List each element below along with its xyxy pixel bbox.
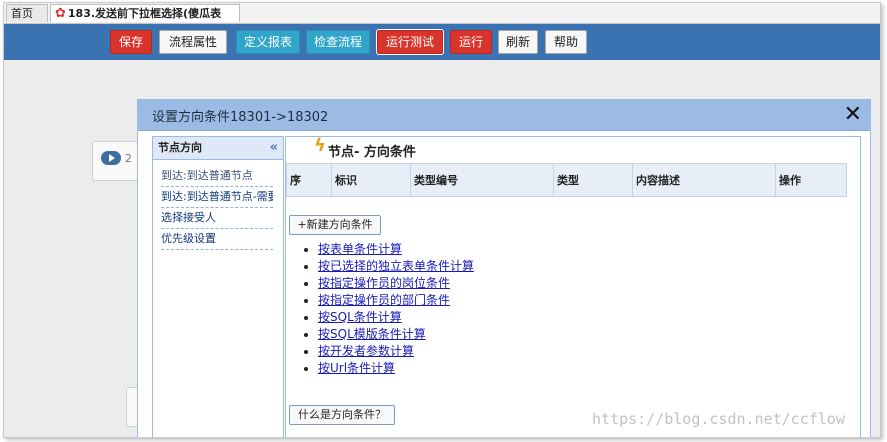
column-header-id[interactable]: 标识 — [331, 163, 411, 197]
column-header-description[interactable]: 内容描述 — [632, 163, 776, 197]
save-button[interactable]: 保存 — [110, 30, 152, 54]
list-item: 按SQL条件计算 — [318, 309, 474, 326]
list-item: 按指定操作员的岗位条件 — [318, 275, 474, 292]
run-button[interactable]: 运行 — [450, 30, 492, 54]
app-window: 首页× ✿183.发送前下拉框选择(傻瓜表单)× 保存 流程属性 定义报表 检查… — [3, 2, 881, 438]
condition-link-url[interactable]: 按Url条件计算 — [318, 361, 395, 375]
node-direction-title: 节点方向 — [158, 141, 202, 154]
node-direction-header: 节点方向 « — [153, 137, 283, 160]
list-item: 按SQL模版条件计算 — [318, 326, 474, 343]
check-flow-button[interactable]: 检查流程 — [306, 30, 370, 54]
help-button[interactable]: 帮助 — [545, 30, 587, 54]
dialog-header: 设置方向条件18301->18302 ✕ — [138, 100, 870, 131]
dialog-title: 设置方向条件18301->18302 — [152, 110, 329, 125]
close-icon[interactable]: ✕ — [844, 102, 862, 128]
what-is-condition-button[interactable]: 什么是方向条件？ — [289, 405, 395, 425]
tab-strip: 首页× ✿183.发送前下拉框选择(傻瓜表单)× — [4, 3, 880, 38]
column-header-action[interactable]: 操作 — [775, 163, 847, 197]
list-item: 按指定操作员的部门条件 — [318, 292, 474, 309]
condition-link-independent-form[interactable]: 按已选择的独立表单条件计算 — [318, 259, 474, 273]
tab-home[interactable]: 首页× — [6, 4, 48, 38]
gear-icon: ✿ — [55, 6, 66, 21]
tab-home-label: 首页 — [11, 7, 33, 20]
define-report-button[interactable]: 定义报表 — [236, 30, 300, 54]
list-item: 按已选择的独立表单条件计算 — [318, 258, 474, 275]
direction-item-normal-node-required[interactable]: 到达:到达普通节点-需要 — [161, 187, 273, 208]
direction-condition-dialog: 设置方向条件18301->18302 ✕ 节点方向 « 到达:到达普通节点 到达… — [137, 99, 871, 437]
condition-type-list: 按表单条件计算 按已选择的独立表单条件计算 按指定操作员的岗位条件 按指定操作员… — [298, 241, 474, 377]
conditions-table: 序 标识 类型编号 类型 内容描述 操作 — [286, 163, 847, 197]
list-item: 按Url条件计算 — [318, 360, 474, 377]
toolbar: 保存 流程属性 定义报表 检查流程 运行测试 运行 刷新 帮助 — [4, 24, 880, 60]
direction-item-priority[interactable]: 优先级设置 — [161, 229, 273, 250]
watermark: https://blog.csdn.net/ccflow — [592, 410, 845, 428]
background-node: 2 — [92, 141, 138, 181]
list-item: 按表单条件计算 — [318, 241, 474, 258]
conditions-title: 节点- 方向条件 — [328, 145, 416, 160]
new-condition-button[interactable]: +新建方向条件 — [289, 215, 381, 235]
collapse-icon[interactable]: « — [270, 137, 278, 159]
node-direction-panel: 节点方向 « 到达:到达普通节点 到达:到达普通节点-需要 选择接受人 优先级设… — [152, 136, 284, 437]
background-node-label: 2 — [125, 152, 132, 165]
column-header-seq[interactable]: 序 — [286, 163, 332, 197]
condition-link-sql-template[interactable]: 按SQL模版条件计算 — [318, 327, 426, 341]
tab-flow[interactable]: ✿183.发送前下拉框选择(傻瓜表单)× — [50, 4, 240, 38]
column-header-type[interactable]: 类型 — [553, 163, 633, 197]
condition-link-form[interactable]: 按表单条件计算 — [318, 242, 402, 256]
flow-props-button[interactable]: 流程属性 — [159, 30, 227, 54]
direction-conditions-panel: ϟ 节点- 方向条件 序 标识 类型编号 类型 内容描述 操作 +新建方向条件 … — [285, 135, 861, 437]
condition-link-operator-post[interactable]: 按指定操作员的岗位条件 — [318, 276, 450, 290]
direction-item-select-receiver[interactable]: 选择接受人 — [161, 208, 273, 229]
list-item: 按开发者参数计算 — [318, 343, 474, 360]
direction-item-normal-node[interactable]: 到达:到达普通节点 — [161, 166, 273, 187]
condition-link-operator-dept[interactable]: 按指定操作员的部门条件 — [318, 293, 450, 307]
lightning-icon: ϟ — [314, 135, 326, 156]
run-test-button[interactable]: 运行测试 — [376, 29, 444, 55]
refresh-button[interactable]: 刷新 — [498, 30, 538, 54]
play-icon — [101, 151, 121, 165]
column-header-type-code[interactable]: 类型编号 — [410, 163, 554, 197]
condition-link-sql[interactable]: 按SQL条件计算 — [318, 310, 402, 324]
condition-link-developer-param[interactable]: 按开发者参数计算 — [318, 344, 414, 358]
